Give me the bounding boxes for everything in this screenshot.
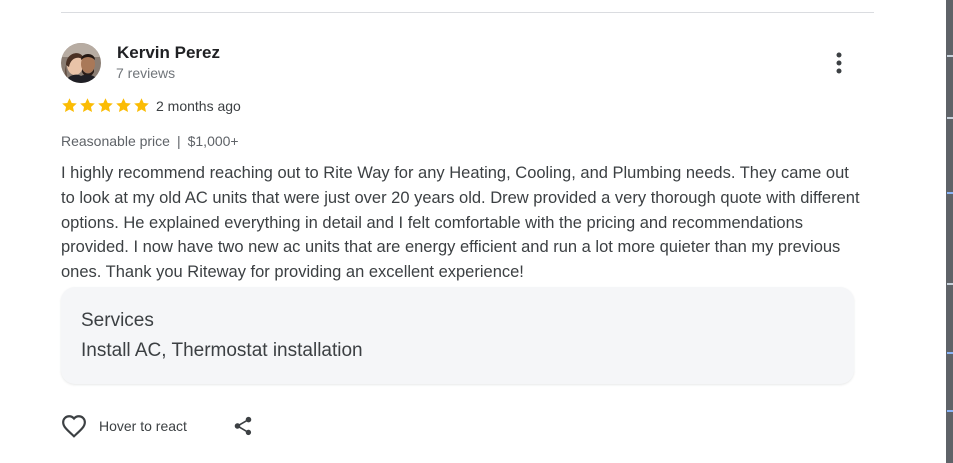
react-label: Hover to react [99, 418, 187, 434]
profile-photo-icon [61, 43, 101, 83]
share-button[interactable] [230, 413, 256, 439]
more-options-button[interactable] [826, 49, 852, 77]
star-icon [80, 98, 95, 113]
review-text: I highly recommend reaching out to Rite … [61, 164, 860, 282]
panel-edge-mark [947, 283, 953, 285]
more-vertical-icon [836, 52, 842, 74]
review-date: 2 months ago [156, 98, 241, 114]
top-divider [61, 12, 874, 13]
reviewer-name[interactable]: Kervin Perez [117, 43, 220, 63]
reviewer-review-count[interactable]: 7 reviews [116, 65, 175, 81]
star-icon [98, 98, 113, 113]
panel-edge-mark [947, 352, 953, 354]
services-title: Services [81, 310, 154, 331]
services-value: Install AC, Thermostat installation [81, 340, 363, 361]
star-icon [116, 98, 131, 113]
star-icon [62, 98, 77, 113]
react-button[interactable]: Hover to react [61, 412, 187, 440]
panel-edge-mark [947, 410, 953, 412]
panel-edge-mark [947, 117, 953, 119]
price-label: Reasonable price [61, 133, 170, 149]
share-icon [234, 416, 252, 436]
panel-edge-mark [947, 192, 953, 194]
star-icon [134, 98, 149, 113]
services-card: Services Install AC, Thermostat installa… [61, 287, 854, 384]
star-rating [61, 97, 150, 115]
price-attribute: Reasonable price | $1,000+ [61, 133, 239, 150]
adjacent-panel-edge [946, 0, 953, 463]
reviewer-avatar[interactable] [61, 43, 101, 83]
panel-edge-mark [947, 55, 953, 57]
heart-outline-icon [62, 415, 86, 438]
price-value: $1,000+ [187, 133, 239, 149]
price-separator: | [176, 133, 181, 149]
